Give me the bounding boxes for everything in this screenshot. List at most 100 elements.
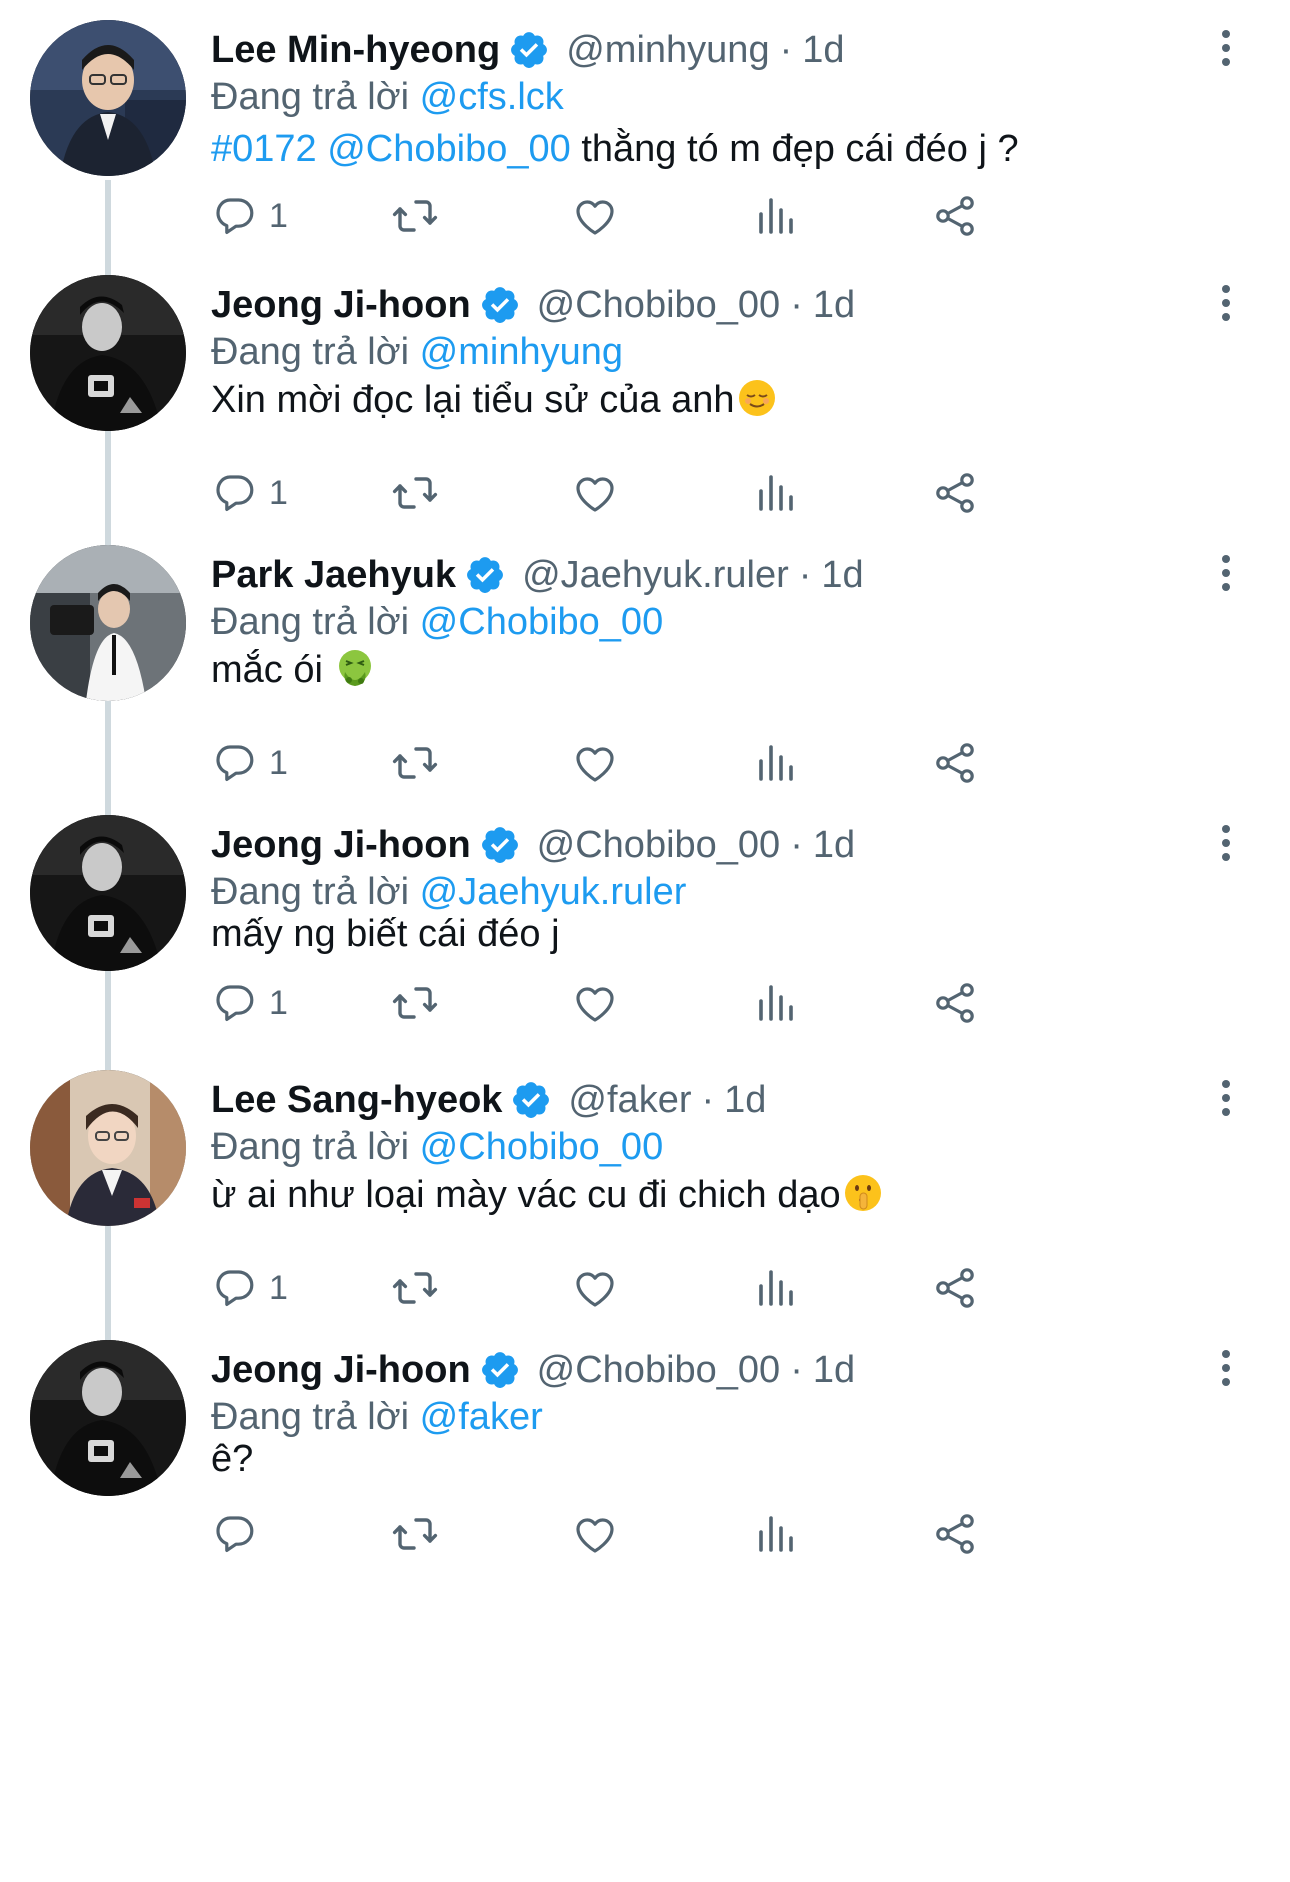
tweet-text: #0172 @Chobibo_00 thằng tó m đẹp cái đéo… [211, 128, 1019, 171]
reply-button[interactable]: 1 [211, 188, 288, 244]
share-button[interactable] [931, 1260, 979, 1316]
timestamp[interactable]: 1d [813, 1349, 855, 1392]
share-button[interactable] [931, 465, 979, 521]
like-button[interactable] [571, 1260, 619, 1316]
replying-to-mention[interactable]: @Jaehyuk.ruler [420, 871, 687, 913]
verified-badge-icon [467, 557, 503, 593]
views-button[interactable] [751, 465, 799, 521]
reply-button[interactable]: 1 [211, 465, 288, 521]
replying-to-mention[interactable]: @Chobibo_00 [420, 1126, 664, 1168]
retweet-button[interactable] [391, 188, 439, 244]
like-button[interactable] [571, 975, 619, 1031]
retweet-icon [391, 979, 439, 1027]
retweet-button[interactable] [391, 975, 439, 1031]
tweet: Jeong Ji-hoon @Chobibo_00 · 1d Đang trả lời … [0, 255, 1290, 513]
reply-icon [211, 192, 259, 240]
display-name[interactable]: Jeong Ji-hoon [211, 1349, 471, 1392]
display-name[interactable]: Park Jaehyuk [211, 554, 456, 597]
reply-count: 1 [269, 473, 288, 512]
timestamp[interactable]: 1d [802, 29, 844, 72]
tweet-header: Park Jaehyuk @Jaehyuk.ruler · 1d [211, 553, 864, 597]
separator-dot: · [798, 553, 812, 596]
timestamp[interactable]: 1d [813, 284, 855, 327]
views-button[interactable] [751, 975, 799, 1031]
reply-button[interactable] [211, 1506, 259, 1562]
reply-button[interactable]: 1 [211, 735, 288, 791]
like-button[interactable] [571, 188, 619, 244]
like-button[interactable] [571, 1506, 619, 1562]
retweet-button[interactable] [391, 1260, 439, 1316]
reply-icon [211, 1510, 259, 1558]
display-name[interactable]: Jeong Ji-hoon [211, 284, 471, 327]
avatar[interactable] [30, 815, 186, 971]
reply-icon [211, 469, 259, 517]
replying-to-mention[interactable]: @faker [420, 1396, 543, 1438]
more-options-icon[interactable] [1206, 551, 1246, 595]
separator-dot: · [790, 283, 803, 326]
verified-badge-icon [481, 287, 518, 323]
username-handle[interactable]: @Jaehyuk.ruler [522, 554, 789, 597]
tweet-body: ừ ai như loại mày vác cu đi chich dạo [211, 1174, 841, 1216]
display-name[interactable]: Jeong Ji-hoon [211, 824, 471, 867]
replying-to: Đang trả lời @faker [211, 1396, 543, 1439]
mention-link[interactable]: @Chobibo_00 [327, 128, 571, 170]
retweet-button[interactable] [391, 465, 439, 521]
tweet-actions: 1 [211, 735, 1161, 791]
tweet-actions [211, 1506, 1161, 1562]
like-button[interactable] [571, 735, 619, 791]
tweet-text: ừ ai như loại mày vác cu đi chich dạo [211, 1173, 883, 1217]
avatar[interactable] [30, 1340, 186, 1496]
tweet-body: mấy ng biết cái đéo j [211, 913, 560, 955]
retweet-button[interactable] [391, 1506, 439, 1562]
avatar[interactable] [30, 1070, 186, 1226]
avatar[interactable] [30, 545, 186, 701]
timestamp[interactable]: 1d [813, 824, 855, 867]
tweet-header: Lee Sang-hyeok @faker · 1d [211, 1078, 766, 1122]
username-handle[interactable]: @Chobibo_00 [537, 284, 781, 327]
replying-to-label: Đang trả lời [211, 1396, 410, 1438]
more-options-icon[interactable] [1206, 1346, 1246, 1390]
tweet-body: thằng tó m đẹp cái đéo j ? [581, 128, 1019, 170]
timestamp[interactable]: 1d [724, 1079, 766, 1122]
display-name[interactable]: Lee Sang-hyeok [211, 1079, 502, 1122]
share-button[interactable] [931, 188, 979, 244]
avatar[interactable] [30, 275, 186, 431]
username-handle[interactable]: @faker [568, 1079, 691, 1122]
share-icon [931, 1264, 979, 1312]
share-button[interactable] [931, 735, 979, 791]
views-button[interactable] [751, 1506, 799, 1562]
retweet-button[interactable] [391, 735, 439, 791]
verified-badge-icon [481, 1352, 518, 1388]
reply-button[interactable]: 1 [211, 1260, 288, 1316]
replying-to-label: Đang trả lời [211, 871, 410, 913]
avatar[interactable] [30, 20, 186, 176]
username-handle[interactable]: @Chobibo_00 [537, 1349, 781, 1392]
views-button[interactable] [751, 1260, 799, 1316]
share-button[interactable] [931, 1506, 979, 1562]
verified-badge-icon [481, 827, 518, 863]
like-button[interactable] [571, 465, 619, 521]
hashtag-link[interactable]: #0172 [211, 128, 317, 170]
reply-icon [211, 739, 259, 787]
replying-to: Đang trả lời @cfs.lck [211, 76, 564, 119]
views-icon [751, 1510, 799, 1558]
reply-button[interactable]: 1 [211, 975, 288, 1031]
share-button[interactable] [931, 975, 979, 1031]
replying-to-mention[interactable]: @Chobibo_00 [420, 601, 664, 643]
reply-count: 1 [269, 196, 288, 235]
more-options-icon[interactable] [1206, 821, 1246, 865]
replying-to-mention[interactable]: @cfs.lck [420, 76, 564, 118]
tweet: Lee Sang-hyeok @faker · 1d Đang trả lời @Cho… [0, 1050, 1290, 1308]
more-options-icon[interactable] [1206, 1076, 1246, 1120]
more-options-icon[interactable] [1206, 281, 1246, 325]
display-name[interactable]: Lee Min-hyeong [211, 29, 500, 72]
tweet-body: Xin mời đọc lại tiểu sử của anh [211, 379, 735, 421]
replying-to-mention[interactable]: @minhyung [420, 331, 623, 373]
views-button[interactable] [751, 735, 799, 791]
views-button[interactable] [751, 188, 799, 244]
more-options-icon[interactable] [1206, 26, 1246, 70]
tweet-body: ê? [211, 1438, 254, 1480]
timestamp[interactable]: 1d [821, 554, 863, 597]
username-handle[interactable]: @minhyung [566, 29, 769, 72]
username-handle[interactable]: @Chobibo_00 [537, 824, 781, 867]
